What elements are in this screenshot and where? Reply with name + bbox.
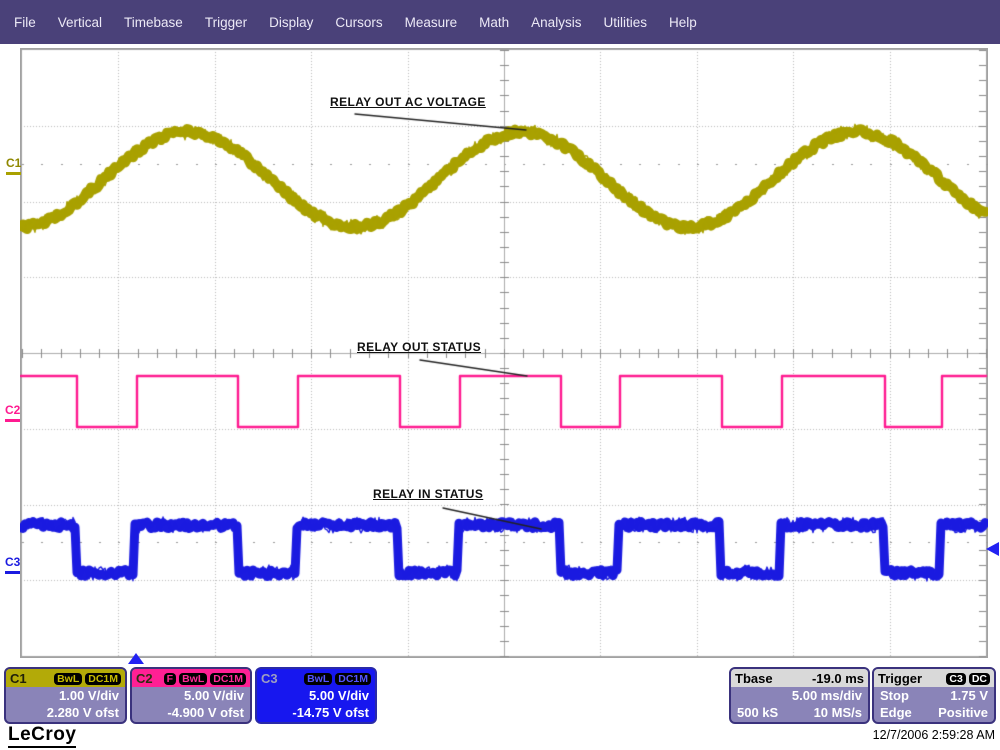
channel-marker-c3[interactable]: C3: [5, 556, 20, 574]
timebase-box-header: Tbase -19.0 ms: [731, 669, 868, 687]
channel-marker-c1-level-dash: [6, 172, 21, 175]
badge-dc1m: DC1M: [210, 673, 246, 685]
menu-item-timebase[interactable]: Timebase: [124, 15, 183, 30]
annotation-relay-out-ac-voltage: RELAY OUT AC VOLTAGE: [330, 95, 486, 109]
waveform-display: [20, 48, 988, 658]
sample-count: 500 kS: [737, 705, 778, 720]
trigger-box-badges: C3 DC: [943, 670, 990, 686]
badge-dc: DC: [969, 673, 990, 685]
channel-marker-c3-level-dash: [5, 571, 20, 574]
badge-dc1m: DC1M: [335, 673, 371, 685]
timebase-box[interactable]: Tbase -19.0 ms 5.00 ms/div 500 kS 10 MS/…: [729, 667, 870, 724]
menu-item-help[interactable]: Help: [669, 15, 697, 30]
badge-bwl: BwL: [304, 673, 332, 685]
trigger-position-marker[interactable]: [128, 653, 144, 664]
channel-marker-c2[interactable]: C2: [5, 404, 20, 422]
menu-item-file[interactable]: File: [14, 15, 36, 30]
channel-box-c3[interactable]: C3 BwLDC1M 5.00 V/div -14.75 V ofst: [255, 667, 377, 724]
trigger-slope: Positive: [938, 705, 988, 720]
trigger-level-marker[interactable]: [986, 542, 999, 556]
menu-item-display[interactable]: Display: [269, 15, 313, 30]
channel-box-c3-header: C3 BwLDC1M: [257, 669, 375, 687]
channel-box-c2-badges: FBwLDC1M: [161, 670, 246, 686]
menu-item-vertical[interactable]: Vertical: [58, 15, 102, 30]
timebase-delay: -19.0 ms: [812, 671, 864, 686]
channel-box-c3-badges: BwLDC1M: [301, 670, 371, 686]
badge-c3: C3: [946, 673, 965, 685]
menu-item-math[interactable]: Math: [479, 15, 509, 30]
annotation-relay-out-status: RELAY OUT STATUS: [357, 340, 481, 354]
sample-rate: 10 MS/s: [814, 705, 862, 720]
menu-bar: File Vertical Timebase Trigger Display Cursor…: [0, 0, 1000, 44]
channel-box-c3-id: C3: [261, 671, 278, 686]
menu-item-measure[interactable]: Measure: [405, 15, 458, 30]
annotation-relay-in-status: RELAY IN STATUS: [373, 487, 483, 501]
menu-item-utilities[interactable]: Utilities: [603, 15, 647, 30]
c2-offset: -4.900 V ofst: [167, 705, 244, 720]
channel-marker-c2-label: C2: [5, 403, 20, 417]
time-per-div: 5.00 ms/div: [792, 688, 862, 703]
trigger-mode: Stop: [880, 688, 909, 703]
badge-bwl: BwL: [54, 673, 82, 685]
c2-volts-per-div: 5.00 V/div: [184, 688, 244, 703]
channel-marker-c3-label: C3: [5, 555, 20, 569]
c1-offset: 2.280 V ofst: [47, 705, 119, 720]
lecroy-logo: LeCroy: [8, 724, 76, 748]
c1-volts-per-div: 1.00 V/div: [59, 688, 119, 703]
trigger-box-header: Trigger C3 DC: [874, 669, 994, 687]
menu-item-trigger[interactable]: Trigger: [205, 15, 247, 30]
channel-box-c2-id: C2: [136, 671, 153, 686]
channel-marker-c1[interactable]: C1: [6, 157, 21, 175]
channel-box-c1[interactable]: C1 BwLDC1M 1.00 V/div 2.280 V ofst: [4, 667, 127, 724]
datetime: 12/7/2006 2:59:28 AM: [873, 728, 995, 742]
badge-dc1m: DC1M: [85, 673, 121, 685]
trigger-box[interactable]: Trigger C3 DC Stop 1.75 V Edge Positive: [872, 667, 996, 724]
trigger-level: 1.75 V: [950, 688, 988, 703]
trigger-type: Edge: [880, 705, 912, 720]
menu-item-cursors[interactable]: Cursors: [335, 15, 382, 30]
badge-bwl: BwL: [179, 673, 207, 685]
channel-box-c1-badges: BwLDC1M: [51, 670, 121, 686]
channel-marker-c1-label: C1: [6, 156, 21, 170]
channel-marker-c2-level-dash: [5, 419, 20, 422]
badge-f: F: [164, 673, 176, 685]
c3-volts-per-div: 5.00 V/div: [309, 688, 369, 703]
timebase-label: Tbase: [735, 671, 773, 686]
channel-box-c2[interactable]: C2 FBwLDC1M 5.00 V/div -4.900 V ofst: [130, 667, 252, 724]
channel-box-c1-header: C1 BwLDC1M: [6, 669, 125, 687]
c3-offset: -14.75 V ofst: [292, 705, 369, 720]
channel-box-c1-id: C1: [10, 671, 27, 686]
trigger-label: Trigger: [878, 671, 922, 686]
menu-item-analysis[interactable]: Analysis: [531, 15, 581, 30]
channel-box-c2-header: C2 FBwLDC1M: [132, 669, 250, 687]
